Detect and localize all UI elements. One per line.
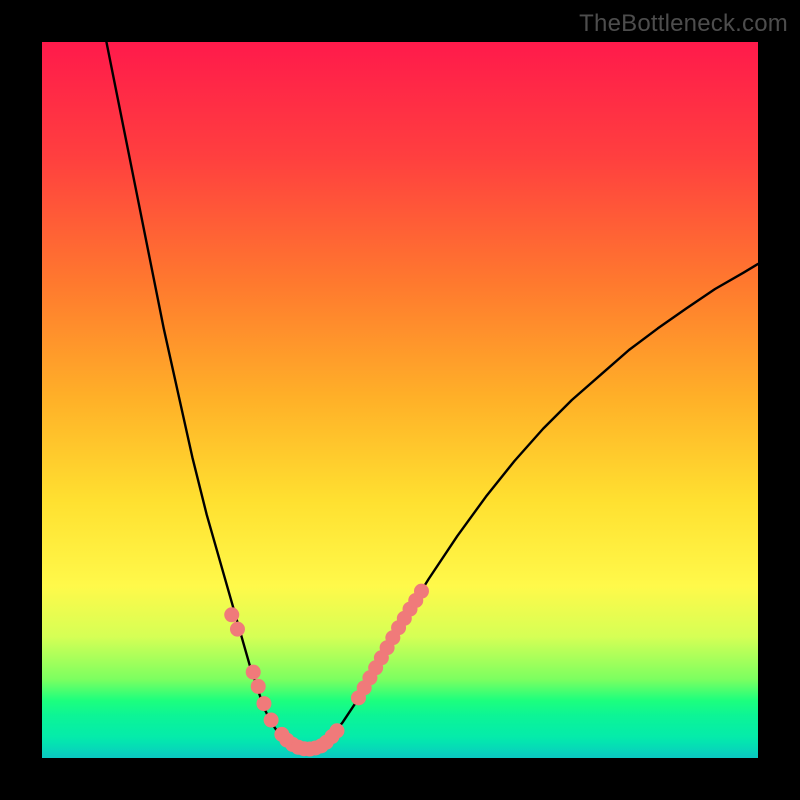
chart-marker xyxy=(264,713,279,728)
chart-marker xyxy=(246,665,261,680)
chart-plot-area xyxy=(42,42,758,758)
chart-marker xyxy=(256,696,271,711)
chart-marker xyxy=(230,622,245,637)
chart-svg xyxy=(42,42,758,758)
chart-marker xyxy=(224,607,239,622)
chart-marker xyxy=(329,723,344,738)
chart-marker-group xyxy=(224,584,429,757)
bottleneck-curve xyxy=(106,42,758,749)
chart-marker xyxy=(251,679,266,694)
chart-series-curve xyxy=(106,42,758,749)
watermark-text: TheBottleneck.com xyxy=(579,10,788,38)
chart-marker xyxy=(414,584,429,599)
chart-frame: TheBottleneck.com xyxy=(0,0,800,800)
